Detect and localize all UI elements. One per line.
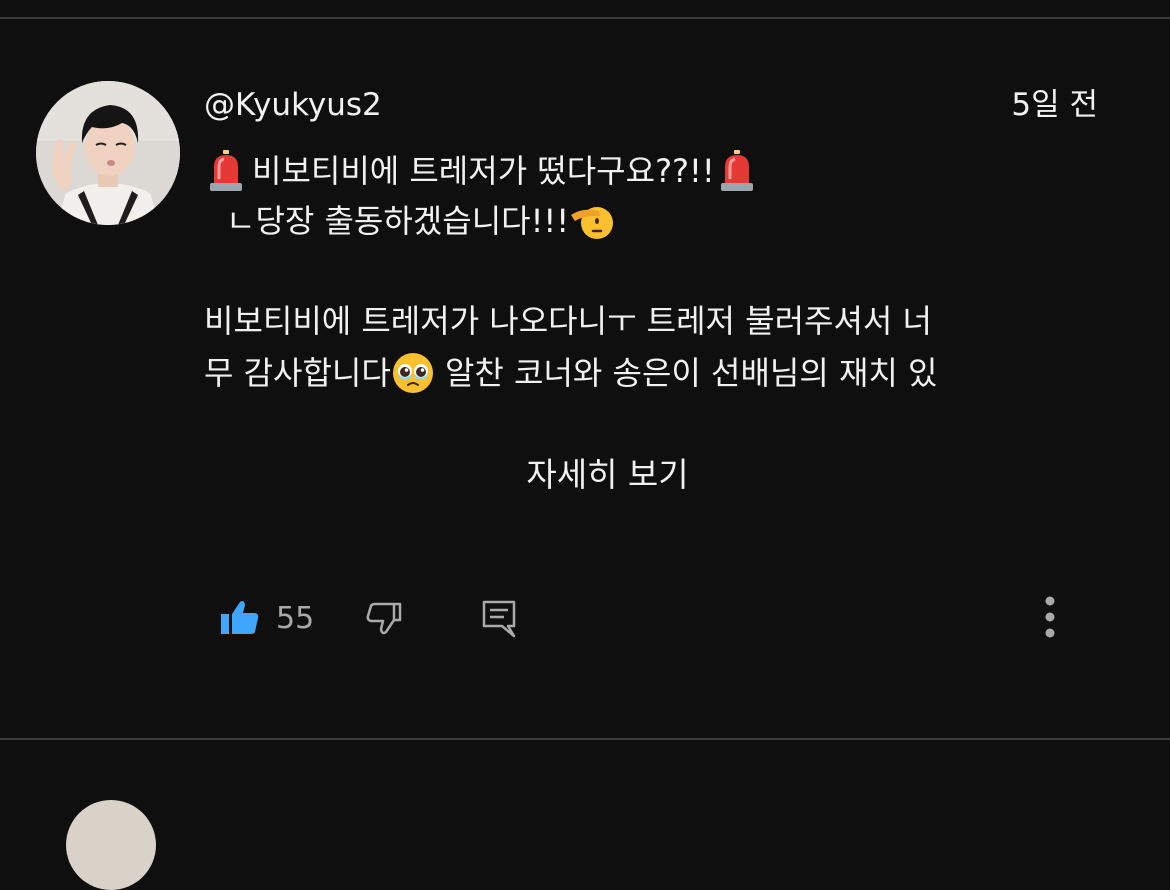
comment-text: 알찬 코너와 송은이 선배님의 재치 있 bbox=[434, 354, 938, 392]
dislike-button[interactable] bbox=[364, 596, 408, 640]
comment-text: 비보티비에 트레저가 나오다니ㅜ 트레저 불러주셔서 너 bbox=[204, 302, 932, 340]
comment-text: 비보티비에 트레저가 떴다구요??!! bbox=[252, 152, 715, 190]
avatar[interactable] bbox=[36, 81, 180, 225]
comment-text-line: 무 감사합니다 알찬 코너와 송은이 선배님의 재치 있 bbox=[204, 350, 937, 396]
saluting-face-icon bbox=[569, 199, 614, 243]
thumbs-down-icon bbox=[366, 602, 402, 635]
comment-text-line: 비보티비에 트레저가 떴다구요??!! bbox=[204, 148, 759, 194]
reply-button[interactable] bbox=[478, 596, 522, 640]
like-count: 55 bbox=[276, 601, 315, 636]
vertical-dots-icon bbox=[1045, 596, 1055, 638]
comment-text: ㄴ당장 출동하겠습니다!!! bbox=[226, 202, 570, 240]
avatar[interactable] bbox=[66, 800, 156, 890]
comment-text-line: 비보티비에 트레저가 나오다니ㅜ 트레저 불러주셔서 너 bbox=[204, 298, 932, 344]
top-divider bbox=[0, 17, 1170, 19]
more-options-button[interactable] bbox=[1030, 594, 1070, 644]
bottom-divider bbox=[0, 738, 1170, 740]
comment-author-handle[interactable]: @Kyukyus2 bbox=[204, 84, 382, 126]
read-more-button[interactable]: 자세히 보기 bbox=[0, 452, 1170, 498]
police-car-light-icon bbox=[715, 149, 759, 193]
police-car-light-icon bbox=[204, 149, 248, 193]
comment-timestamp: 5일 전 bbox=[1011, 87, 1098, 123]
thumbs-up-icon bbox=[221, 601, 259, 634]
comment-reply-icon bbox=[482, 600, 516, 638]
like-button[interactable] bbox=[218, 596, 262, 640]
pleading-face-icon bbox=[391, 351, 435, 395]
comment-text: 무 감사합니다 bbox=[204, 354, 391, 392]
comment-text-line: ㄴ당장 출동하겠습니다!!! bbox=[226, 198, 614, 244]
